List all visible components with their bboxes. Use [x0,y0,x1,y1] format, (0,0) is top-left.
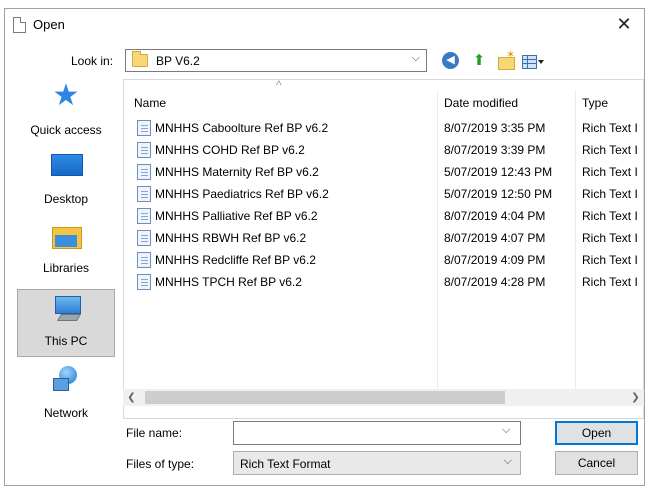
file-date: 8/07/2019 4:09 PM [444,253,546,267]
file-type: Rich Text I [582,275,638,289]
document-icon [13,17,26,33]
rtf-file-icon [137,230,151,246]
chevron-down-icon[interactable]: ⌵ [504,455,512,468]
file-type: Rich Text I [582,165,638,179]
chevron-down-icon[interactable]: ⌵ [502,424,510,437]
file-name: MNHHS Redcliffe Ref BP v6.2 [155,253,316,267]
new-folder-icon[interactable] [496,48,516,70]
places-bar: ★ Quick access Desktop Libraries This PC… [15,79,117,425]
rtf-file-icon [137,274,151,290]
place-label: Quick access [30,123,102,137]
file-date: 8/07/2019 4:04 PM [444,209,546,223]
file-date: 8/07/2019 3:39 PM [444,143,546,157]
file-row[interactable]: MNHHS Caboolture Ref BP v6.2 8/07/2019 3… [124,118,643,140]
rtf-file-icon [137,252,151,268]
file-name: MNHHS Palliative Ref BP v6.2 [155,209,318,223]
rtf-file-icon [137,142,151,158]
look-in-combobox[interactable]: BP V6.2 ⌵ [125,49,427,72]
background-menubar [0,0,649,6]
file-row[interactable]: MNHHS Paediatrics Ref BP v6.2 5/07/2019 … [124,184,643,206]
file-date: 5/07/2019 12:43 PM [444,165,553,179]
open-dialog: Open ✕ Look in: BP V6.2 ⌵ ◀ ⬆ ★ Quick ac… [4,8,645,486]
file-row[interactable]: MNHHS Palliative Ref BP v6.2 8/07/2019 4… [124,206,643,228]
file-type: Rich Text I [582,187,638,201]
folder-icon [132,51,148,67]
file-date: 8/07/2019 4:28 PM [444,275,546,289]
file-type: Rich Text I [582,209,638,223]
file-list[interactable]: ^ Name Date modified Type MNHHS Cabooltu… [123,79,644,419]
file-name: MNHHS Maternity Ref BP v6.2 [155,165,319,179]
network-icon [51,366,81,394]
rtf-file-icon [137,164,151,180]
file-name: MNHHS Caboolture Ref BP v6.2 [155,121,329,135]
column-header-name[interactable]: Name [134,96,166,114]
place-label: Desktop [43,192,89,206]
title-bar: Open ✕ [5,9,644,41]
file-date: 8/07/2019 3:35 PM [444,121,546,135]
file-date: 5/07/2019 12:50 PM [444,187,553,201]
star-icon: ★ [52,79,80,112]
view-menu-icon[interactable] [521,52,545,70]
place-label: Libraries [42,261,90,275]
file-row[interactable]: MNHHS TPCH Ref BP v6.2 8/07/2019 4:28 PM… [124,272,643,294]
file-type-value: Rich Text Format [240,457,331,471]
open-button[interactable]: Open [555,421,638,445]
file-name: MNHHS COHD Ref BP v6.2 [155,143,305,157]
back-icon[interactable]: ◀ [442,52,459,69]
file-row[interactable]: MNHHS COHD Ref BP v6.2 8/07/2019 3:39 PM… [124,140,643,162]
rtf-file-icon [137,208,151,224]
this-pc-icon [52,296,82,322]
scroll-right-icon[interactable]: ❯ [627,389,644,406]
desktop-icon [51,154,83,176]
place-quick-access[interactable]: ★ Quick access [17,79,115,143]
file-row[interactable]: MNHHS RBWH Ref BP v6.2 8/07/2019 4:07 PM… [124,228,643,250]
file-type: Rich Text I [582,253,638,267]
file-name: MNHHS Paediatrics Ref BP v6.2 [155,187,329,201]
cancel-button[interactable]: Cancel [555,451,638,475]
file-name-label: File name: [126,426,183,440]
sort-ascending-icon: ^ [276,79,282,92]
file-type-label: Files of type: [126,457,195,471]
column-header-type[interactable]: Type [582,96,608,114]
file-type-select[interactable]: Rich Text Format ⌵ [233,451,521,475]
file-name-input[interactable] [233,421,521,445]
rtf-file-icon [137,120,151,136]
look-in-value: BP V6.2 [156,54,200,68]
close-button[interactable]: ✕ [610,13,638,35]
place-libraries[interactable]: Libraries [17,217,115,281]
look-in-label: Look in: [71,54,114,68]
file-name: MNHHS RBWH Ref BP v6.2 [155,231,307,245]
horizontal-scrollbar[interactable]: ❮ ❯ [123,389,644,406]
rtf-file-icon [137,186,151,202]
place-label: This PC [44,334,88,348]
up-one-level-icon[interactable]: ⬆ [469,52,489,71]
column-header-date-modified[interactable]: Date modified [444,96,518,114]
file-type: Rich Text I [582,231,638,245]
scrollbar-thumb[interactable] [145,391,505,404]
chevron-down-icon[interactable]: ⌵ [412,52,420,65]
place-network[interactable]: Network [17,362,115,426]
file-type: Rich Text I [582,121,638,135]
file-name: MNHHS TPCH Ref BP v6.2 [155,275,302,289]
dialog-title: Open [33,17,65,32]
libraries-icon [52,223,82,249]
place-this-pc[interactable]: This PC [17,289,115,357]
file-row[interactable]: MNHHS Maternity Ref BP v6.2 5/07/2019 12… [124,162,643,184]
file-date: 8/07/2019 4:07 PM [444,231,546,245]
scroll-left-icon[interactable]: ❮ [123,389,140,406]
file-type: Rich Text I [582,143,638,157]
place-label: Network [43,406,88,420]
place-desktop[interactable]: Desktop [17,148,115,212]
file-row[interactable]: MNHHS Redcliffe Ref BP v6.2 8/07/2019 4:… [124,250,643,272]
